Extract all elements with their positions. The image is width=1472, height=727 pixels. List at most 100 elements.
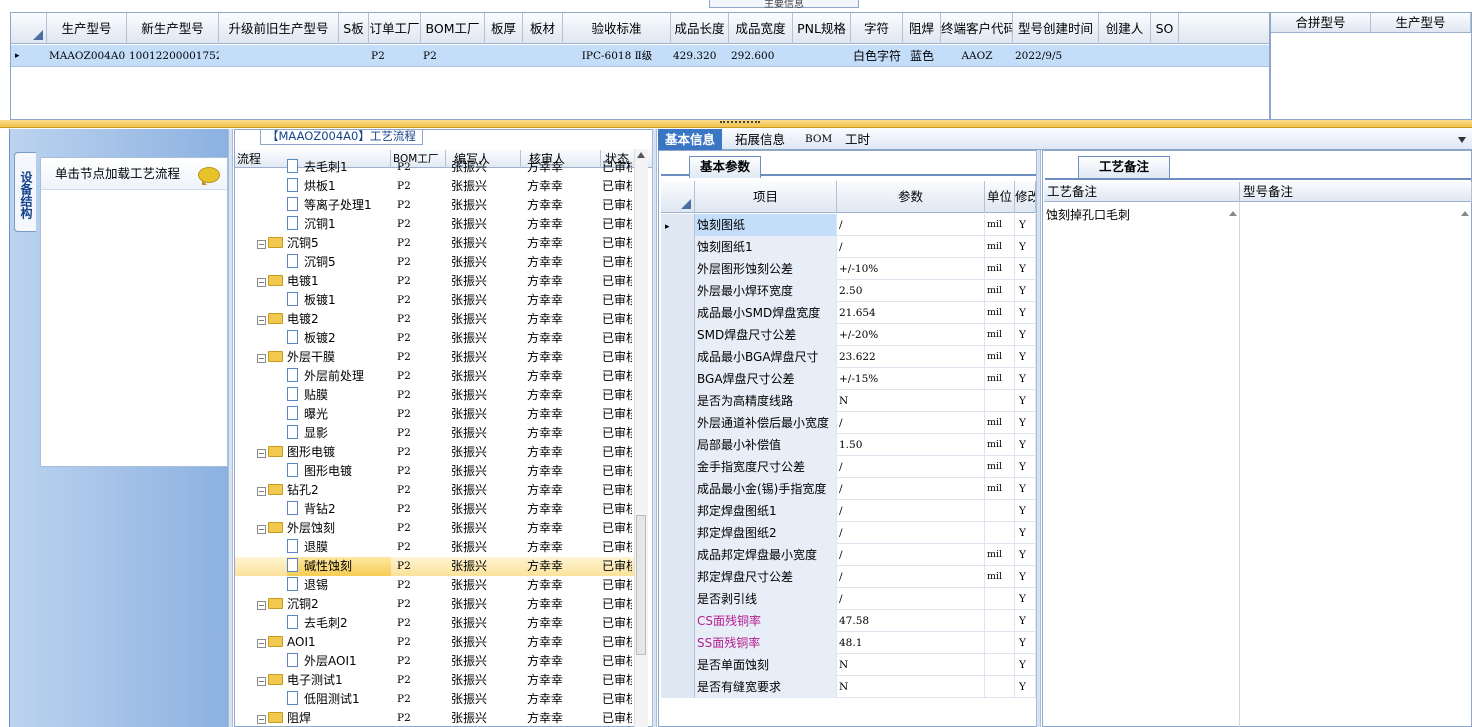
process-remark-text[interactable]: 蚀刻掉孔口毛刺 — [1046, 206, 1130, 223]
param-name[interactable]: 外层图形蚀刻公差 — [695, 258, 837, 280]
row-indicator[interactable] — [661, 588, 695, 610]
param-row[interactable]: 成品最小金(锡)手指宽度 / mil Y — [661, 478, 1036, 500]
row-indicator[interactable] — [661, 632, 695, 654]
col-header[interactable]: S板 — [339, 13, 369, 44]
param-modify-flag[interactable]: Y — [1015, 610, 1036, 632]
row-indicator[interactable] — [661, 478, 695, 500]
tree-node[interactable]: − 沉铜2 — [257, 595, 391, 614]
tree-row[interactable]: − AOI1 P2 张振兴 方幸幸 已审核 — [235, 633, 645, 652]
grid-cell[interactable] — [523, 45, 563, 67]
param-modify-flag[interactable]: Y — [1015, 346, 1036, 368]
param-modify-flag[interactable]: Y — [1015, 478, 1036, 500]
param-name[interactable]: 是否为高精度线路 — [695, 390, 837, 412]
param-row[interactable]: SMD焊盘尺寸公差 +/-20% mil Y — [661, 324, 1036, 346]
tree-node[interactable]: 烘板1 — [287, 177, 391, 196]
horizontal-splitter[interactable] — [0, 120, 1472, 128]
param-modify-flag[interactable]: Y — [1015, 654, 1036, 676]
col-header[interactable]: BOM工厂 — [421, 13, 485, 44]
param-value[interactable]: +/-15% — [837, 368, 985, 390]
col-header[interactable]: 升级前旧生产型号 — [219, 13, 339, 44]
tree-node[interactable]: 退膜 — [287, 538, 391, 557]
col-header[interactable]: 验收标准 — [563, 13, 671, 44]
param-name[interactable]: SMD焊盘尺寸公差 — [695, 324, 837, 346]
param-name[interactable]: 邦定焊盘尺寸公差 — [695, 566, 837, 588]
param-name[interactable]: 是否有缝宽要求 — [695, 676, 837, 698]
param-row[interactable]: SS面残铜率 48.1 Y — [661, 632, 1036, 654]
col-unit[interactable]: 单位 — [985, 181, 1015, 213]
param-value[interactable]: / — [837, 478, 985, 500]
tree-row[interactable]: 低阻测试1 P2 张振兴 方幸幸 已审核 — [235, 690, 645, 709]
param-name[interactable]: 成品最小SMD焊盘宽度 — [695, 302, 837, 324]
row-indicator[interactable] — [661, 236, 695, 258]
tree-row[interactable]: 曝光 P2 张振兴 方幸幸 已审核 — [235, 405, 645, 424]
param-modify-flag[interactable]: Y — [1015, 214, 1036, 236]
grid-cell[interactable]: AAOZ — [941, 45, 1013, 67]
param-name[interactable]: SS面残铜率 — [695, 632, 837, 654]
param-row[interactable]: 是否有缝宽要求 N Y — [661, 676, 1036, 698]
basic-params-tab[interactable]: 基本参数 — [689, 156, 762, 178]
param-name[interactable]: 成品最小BGA焊盘尺寸 — [695, 346, 837, 368]
tree-node[interactable]: 沉铜5 — [287, 253, 391, 272]
tree-node[interactable]: 贴膜 — [287, 386, 391, 405]
param-value[interactable]: / — [837, 236, 985, 258]
param-name[interactable]: 蚀刻图纸1 — [695, 236, 837, 258]
tab-bom[interactable]: BOM — [798, 129, 839, 150]
tree-node[interactable]: 碱性蚀刻 — [287, 557, 391, 576]
param-modify-flag[interactable]: Y — [1015, 676, 1036, 698]
tree-row[interactable]: 去毛刺1 P2 张振兴 方幸幸 已审核 — [235, 158, 645, 177]
param-name[interactable]: 是否剥引线 — [695, 588, 837, 610]
grid-cell[interactable]: 蓝色 — [903, 45, 941, 67]
param-value[interactable]: / — [837, 456, 985, 478]
param-value[interactable]: 47.58 — [837, 610, 985, 632]
param-value[interactable]: 1.50 — [837, 434, 985, 456]
grid-cell[interactable]: 白色字符 — [851, 45, 903, 67]
param-row[interactable]: 成品邦定焊盘最小宽度 / mil Y — [661, 544, 1036, 566]
tree-node[interactable]: 显影 — [287, 424, 391, 443]
param-row[interactable]: 蚀刻图纸1/mil Y — [661, 236, 1036, 258]
col-header[interactable]: 阻焊 — [903, 13, 941, 44]
param-modify-flag[interactable]: Y — [1015, 412, 1036, 434]
col-process-remark[interactable]: 工艺备注 — [1044, 182, 1240, 202]
tree-node[interactable]: − 外层蚀刻 — [257, 519, 391, 538]
param-modify-flag[interactable]: Y — [1015, 236, 1036, 258]
row-indicator[interactable] — [661, 456, 695, 478]
grid-cell[interactable] — [793, 45, 851, 67]
grid-cell[interactable] — [485, 45, 523, 67]
params-corner[interactable] — [661, 181, 695, 213]
remark-scroll-up-icon[interactable] — [1229, 211, 1237, 216]
param-name[interactable]: 外层最小焊环宽度 — [695, 280, 837, 302]
tree-node[interactable]: 图形电镀 — [287, 462, 391, 481]
collapse-icon[interactable]: − — [257, 601, 266, 610]
tree-node[interactable]: − AOI1 — [257, 633, 391, 652]
param-row[interactable]: 局部最小补偿值 1.50 mil Y — [661, 434, 1036, 456]
grid-cell[interactable]: P2 — [369, 45, 421, 67]
col-modify[interactable]: 修改 — [1015, 181, 1036, 213]
grid-cell[interactable]: MAAOZ004A0 — [47, 45, 127, 67]
col-header[interactable]: 板厚 — [485, 13, 523, 44]
tree-row[interactable]: 板镀2 P2 张振兴 方幸幸 已审核 — [235, 329, 645, 348]
row-indicator[interactable] — [661, 368, 695, 390]
param-modify-flag[interactable]: Y — [1015, 588, 1036, 610]
tree-row[interactable]: 图形电镀 P2 张振兴 方幸幸 已审核 — [235, 462, 645, 481]
col-header[interactable]: 创建人 — [1099, 13, 1151, 44]
corner-cell[interactable] — [11, 13, 47, 44]
tree-row[interactable]: 等离子处理1 P2 张振兴 方幸幸 已审核 — [235, 196, 645, 215]
row-indicator[interactable] — [661, 434, 695, 456]
tree-row[interactable]: − 电子测试1 P2 张振兴 方幸幸 已审核 — [235, 671, 645, 690]
process-remarks-tab[interactable]: 工艺备注 — [1078, 156, 1171, 178]
row-indicator[interactable] — [661, 280, 695, 302]
tree-row[interactable]: 外层AOI1 P2 张振兴 方幸幸 已审核 — [235, 652, 645, 671]
tree-row[interactable]: 板镀1 P2 张振兴 方幸幸 已审核 — [235, 291, 645, 310]
tree-node[interactable]: − 电镀1 — [257, 272, 391, 291]
param-row[interactable]: 外层通道补偿后最小宽度 / mil Y — [661, 412, 1036, 434]
param-row[interactable]: 是否剥引线 / Y — [661, 588, 1036, 610]
row-indicator[interactable] — [661, 346, 695, 368]
tree-node[interactable]: 去毛刺1 — [287, 158, 391, 177]
col-param[interactable]: 参数 — [837, 181, 985, 213]
col-header[interactable]: 型号创建时间 — [1013, 13, 1099, 44]
param-value[interactable]: 48.1 — [837, 632, 985, 654]
param-modify-flag[interactable]: Y — [1015, 302, 1036, 324]
tree-node[interactable]: − 外层干膜 — [257, 348, 391, 367]
param-name[interactable]: CS面残铜率 — [695, 610, 837, 632]
tree-row[interactable]: 显影 P2 张振兴 方幸幸 已审核 — [235, 424, 645, 443]
